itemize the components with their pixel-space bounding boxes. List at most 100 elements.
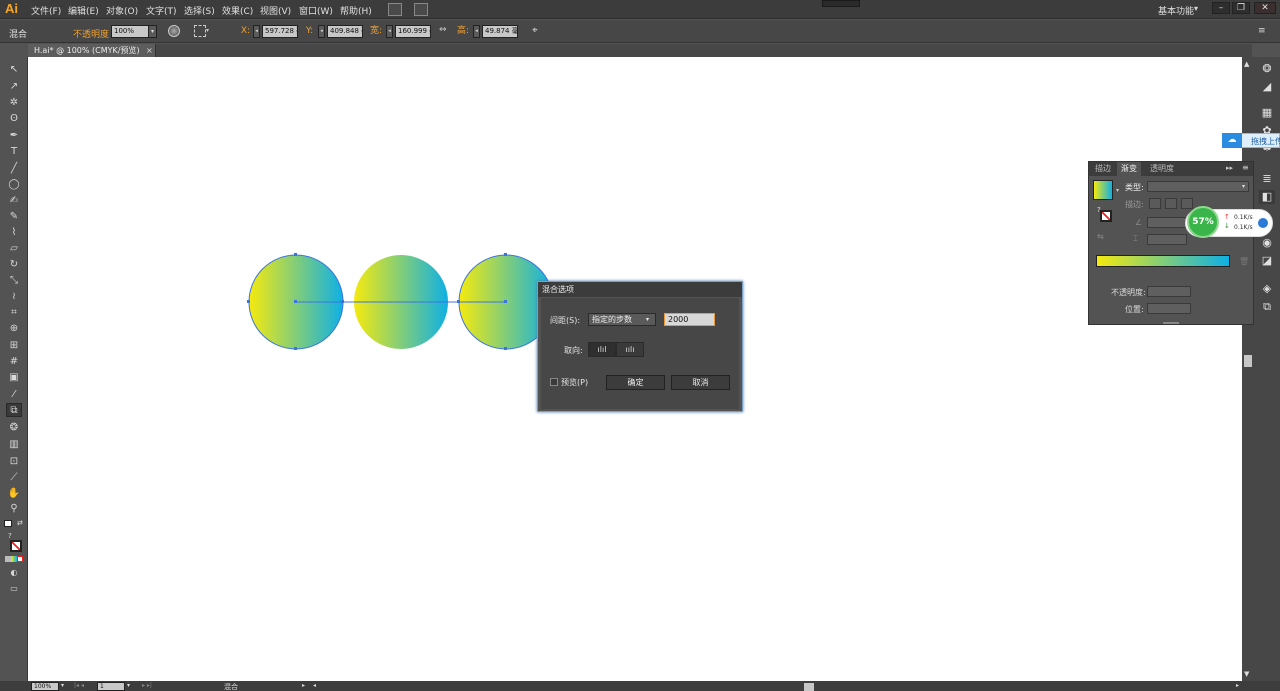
zoom-tool-icon[interactable]: ⚲ (6, 502, 22, 516)
next-page-icon[interactable]: ▸ ▸| (142, 682, 152, 689)
graphic-styles-icon[interactable]: ◪ (1259, 254, 1275, 268)
opacity-label[interactable]: 不透明度 (73, 27, 109, 40)
width-stepper[interactable]: ◂ (386, 25, 393, 38)
hand-tool-icon[interactable]: ✋ (6, 487, 22, 501)
align-to-page-icon[interactable]: ılıl (588, 342, 616, 357)
fill-stroke-swatch-icon[interactable] (1100, 210, 1112, 222)
stroke-across-icon[interactable] (1181, 198, 1193, 209)
reference-dropdown-icon[interactable]: ▾ (206, 27, 209, 34)
menu-edit[interactable]: 编辑(E) (68, 4, 99, 17)
screen-mode-icon[interactable]: ▭ (6, 582, 22, 596)
column-graph-tool-icon[interactable]: ▥ (6, 438, 22, 452)
opacity-field[interactable]: 100% (111, 25, 149, 38)
draw-mode-icon[interactable]: ◐ (6, 566, 22, 580)
menu-type[interactable]: 文字(T) (146, 4, 177, 17)
anchor-point[interactable] (504, 300, 507, 303)
warp-tool-icon[interactable]: ≀ (6, 290, 22, 304)
recolor-icon[interactable] (168, 25, 180, 37)
magic-wand-tool-icon[interactable]: ✲ (6, 96, 22, 110)
minimize-button[interactable]: – (1212, 2, 1230, 14)
pen-tool-icon[interactable]: ✒ (6, 129, 22, 143)
close-tab-icon[interactable]: × (146, 44, 153, 57)
aspect-ratio-field[interactable] (1147, 234, 1187, 245)
stroke-within-icon[interactable] (1149, 198, 1161, 209)
menu-help[interactable]: 帮助(H) (340, 4, 372, 17)
pencil-tool-icon[interactable]: ✎ (6, 210, 22, 224)
y-stepper[interactable]: ◂ (318, 25, 325, 38)
reverse-gradient-icon[interactable]: ⇆ (1097, 232, 1104, 241)
type-tool-icon[interactable]: T (6, 145, 22, 159)
anchor-point[interactable] (457, 300, 460, 303)
symbol-sprayer-tool-icon[interactable]: ❂ (6, 421, 22, 435)
mesh-tool-icon[interactable]: # (6, 355, 22, 369)
cancel-button[interactable]: 取消 (671, 375, 730, 390)
swap-colors-icon[interactable]: ⇄ (17, 519, 23, 527)
vertical-scrollbar[interactable] (1242, 57, 1254, 681)
direct-selection-tool-icon[interactable]: ↗ (6, 80, 22, 94)
selection-tool-icon[interactable]: ↖ (6, 63, 22, 77)
ok-button[interactable]: 确定 (606, 375, 665, 390)
anchor-point[interactable] (504, 347, 507, 350)
line-tool-icon[interactable]: ╱ (6, 162, 22, 176)
cloud-upload-icon[interactable]: ☁ (1222, 133, 1242, 148)
gradient-slider[interactable] (1096, 255, 1230, 267)
menu-object[interactable]: 对象(O) (106, 4, 138, 17)
anchor-point[interactable] (247, 300, 250, 303)
perspective-grid-tool-icon[interactable]: ⊞ (6, 339, 22, 353)
rotate-tool-icon[interactable]: ↻ (6, 258, 22, 272)
gradient-thumbnail-dropdown-icon[interactable]: ▾ (1116, 187, 1119, 194)
close-window-button[interactable]: ✕ (1254, 2, 1276, 14)
workspace-dropdown-icon[interactable]: ▾ (1194, 4, 1198, 13)
opacity-dropdown-icon[interactable]: ▾ (148, 25, 157, 38)
color-panel-icon[interactable]: ◢ (1259, 80, 1275, 94)
reference-point-icon[interactable] (194, 25, 206, 37)
anchor-point[interactable] (294, 253, 297, 256)
x-stepper[interactable]: ◂ (253, 25, 260, 38)
page-dropdown-icon[interactable]: ▾ (127, 682, 130, 689)
x-field[interactable]: 597.728 毫 (262, 25, 298, 38)
eyedropper-tool-icon[interactable]: ⁄ (6, 388, 22, 402)
constrain-link-icon[interactable]: ⇔ (439, 25, 447, 35)
status-menu-icon[interactable]: ▸ (302, 682, 305, 689)
scroll-right-icon[interactable]: ▸ (1236, 682, 1239, 689)
artboard-tool-icon[interactable]: ⊡ (6, 455, 22, 469)
memory-usage-badge[interactable]: 57% (1187, 206, 1219, 238)
scroll-down-icon[interactable]: ▼ (1244, 670, 1249, 678)
scroll-up-icon[interactable]: ▲ (1244, 60, 1249, 68)
align-to-path-icon[interactable]: ıılı (616, 342, 644, 357)
slice-tool-icon[interactable]: ⟋ (6, 471, 22, 485)
anchor-point[interactable] (341, 300, 344, 303)
color-guide-icon[interactable]: ❂ (1259, 62, 1275, 76)
tab-stroke[interactable]: 描边 (1091, 162, 1115, 176)
none-mode-icon[interactable] (17, 556, 23, 562)
panel-resize-grip[interactable] (1163, 322, 1179, 324)
eraser-tool-icon[interactable]: ▱ (6, 242, 22, 256)
y-field[interactable]: 409.848 毫 (327, 25, 363, 38)
artboards-icon[interactable]: ⧉ (1259, 300, 1275, 314)
height-stepper[interactable]: ◂ (473, 25, 480, 38)
zoom-field[interactable]: 100% (31, 682, 59, 691)
angle-field[interactable] (1147, 217, 1187, 228)
height-field[interactable]: 49.874 毫 (482, 25, 518, 38)
location-field[interactable] (1147, 303, 1191, 314)
zoom-dropdown-icon[interactable]: ▾ (61, 682, 64, 689)
menu-effect[interactable]: 效果(C) (222, 4, 253, 17)
tab-gradient[interactable]: 渐变 (1117, 162, 1141, 176)
page-field[interactable]: 1 (97, 682, 125, 691)
restore-button[interactable]: ❐ (1232, 2, 1250, 14)
menu-select[interactable]: 选择(S) (184, 4, 215, 17)
panel-collapse-icon[interactable]: ▸▸ (1226, 164, 1233, 172)
transform-icon[interactable]: ⌖ (532, 25, 538, 36)
menu-window[interactable]: 窗口(W) (299, 4, 333, 17)
lasso-tool-icon[interactable]: ʘ (6, 112, 22, 126)
browser-badge-icon[interactable] (1256, 216, 1270, 230)
stroke-swatch-icon[interactable] (10, 540, 22, 552)
gradient-type-select[interactable]: ▾ (1147, 181, 1249, 192)
preview-label[interactable]: 预览(P) (561, 377, 588, 388)
scroll-left-icon[interactable]: ◂ (313, 682, 316, 689)
blend-tool-icon[interactable]: ⧉ (6, 403, 22, 417)
swatches-icon[interactable]: ▦ (1259, 106, 1275, 120)
arrange-documents-icon[interactable] (414, 3, 428, 16)
menu-view[interactable]: 视图(V) (260, 4, 291, 17)
delete-stop-icon[interactable]: 🗑 (1239, 257, 1249, 266)
